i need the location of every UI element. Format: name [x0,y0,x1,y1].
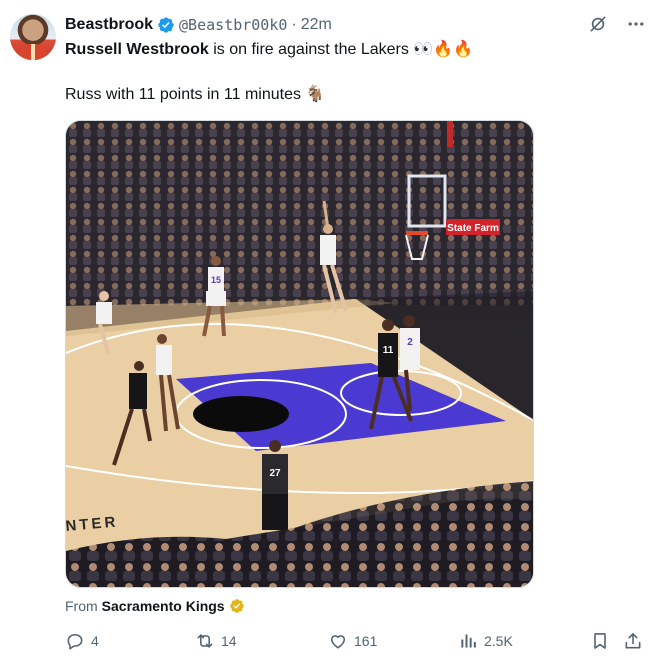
repost-button[interactable]: 14 [195,628,237,654]
sponsor-sign: State Farm [447,223,499,234]
more-icon[interactable] [626,14,646,34]
tweet-timestamp[interactable]: 22m [301,16,332,34]
like-count: 161 [354,633,378,649]
views-icon [461,634,476,648]
jersey-number: 15 [211,275,221,285]
repost-icon [197,634,213,648]
repost-count: 14 [221,633,237,649]
source-name[interactable]: Sacramento Kings [102,598,225,614]
avatar[interactable] [10,14,56,60]
like-icon [330,635,346,649]
separator-dot: · [291,16,297,33]
like-button[interactable]: 161 [328,628,377,654]
jersey-number: 27 [269,468,281,479]
video-media[interactable]: State Farm 15 11 2 27 NTER [65,120,534,588]
jersey-number: 2 [407,337,413,348]
source-attribution[interactable]: From Sacramento Kings [65,598,245,614]
tweet-text-line-2: Russ with 11 points in 11 minutes 🐐 [65,86,326,103]
basketball-video-frame: State Farm 15 11 2 27 NTER [66,121,533,587]
gold-verified-badge-icon [229,599,244,613]
views-button[interactable]: 2.5K [458,628,513,654]
bookmark-button[interactable] [590,628,610,654]
verified-badge-icon [158,17,174,33]
reply-icon [67,633,83,650]
reply-button[interactable]: 4 [65,628,99,654]
author-name[interactable]: Beastbrook [65,16,153,34]
bookmark-icon [594,633,606,649]
tweet-actions: 4 14 161 2.5K [60,628,650,654]
grok-icon[interactable] [588,14,608,34]
top-actions [588,14,646,34]
tweet[interactable]: Beastbrook @Beastbr00k0 · 22m Russell We… [0,0,660,661]
tweet-text-rest: is on fire against the Lakers 👀🔥🔥 [213,41,474,58]
share-icon [625,633,641,649]
tweet-text-line-1: Russell Westbrook is on fire against the… [65,39,635,60]
author-handle[interactable]: @Beastbr00k0 [179,16,287,34]
views-count: 2.5K [484,633,513,649]
tweet-bold-name: Russell Westbrook [65,41,209,58]
jersey-number: 11 [383,345,394,356]
share-button[interactable] [623,628,643,654]
reply-count: 4 [91,633,99,649]
tweet-header: Beastbrook @Beastbr00k0 · 22m [65,14,332,36]
source-prefix: From [65,598,98,614]
